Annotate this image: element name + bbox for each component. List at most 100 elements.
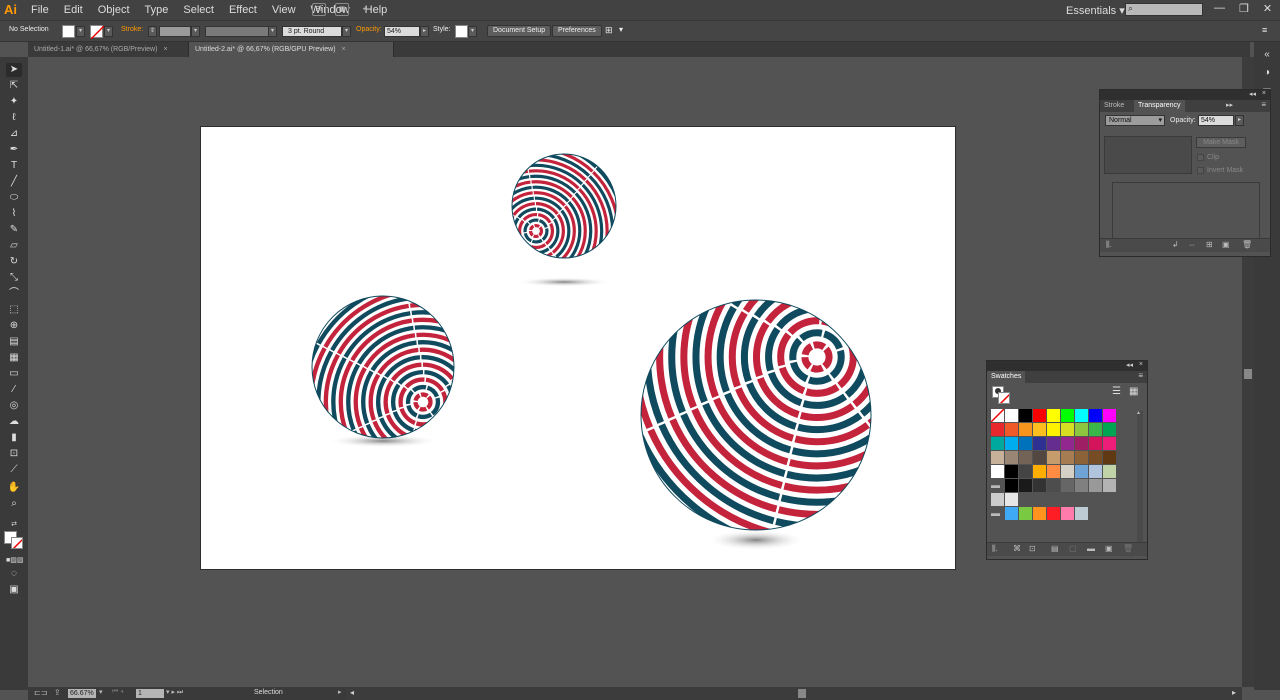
color-swatch[interactable] — [1047, 423, 1060, 436]
first-artboard-icon[interactable]: ⏮ ◂ — [112, 688, 123, 696]
folder-icon[interactable]: ▬ — [991, 507, 1004, 520]
panel-menu-icon[interactable]: ≡ — [1261, 100, 1266, 109]
color-swatch[interactable] — [1047, 479, 1060, 492]
screen-mode-icon[interactable]: ▣ — [6, 583, 22, 597]
color-swatch[interactable] — [1075, 451, 1088, 464]
color-swatch[interactable] — [1047, 409, 1060, 422]
artboard-number-field[interactable]: 1 — [136, 689, 164, 698]
color-swatch[interactable] — [1005, 423, 1018, 436]
style-dropdown[interactable]: ▾ — [468, 26, 477, 37]
hand-icon[interactable]: ✋ — [6, 481, 22, 495]
stroke-color-box[interactable] — [11, 537, 23, 549]
rotate-icon[interactable]: ↻ — [6, 255, 22, 269]
color-swatch[interactable] — [1019, 409, 1032, 422]
zoom-dropdown[interactable]: ▾ — [99, 688, 103, 696]
mesh-icon[interactable]: ▦ — [6, 351, 22, 365]
draw-mode-icon[interactable]: ◌ — [6, 567, 22, 581]
color-swatch[interactable] — [1019, 437, 1032, 450]
color-swatch[interactable] — [1061, 507, 1074, 520]
load-icon[interactable]: ↲ — [1172, 240, 1179, 249]
slice-icon[interactable]: ⟋ — [6, 463, 22, 477]
add-anchor-icon[interactable]: ⊿ — [6, 127, 22, 141]
collapse-icon[interactable]: ◂◂ — [1126, 361, 1133, 369]
make-mask-button[interactable]: Make Mask — [1196, 137, 1246, 148]
color-swatch[interactable] — [1061, 465, 1074, 478]
color-swatch[interactable] — [1061, 437, 1074, 450]
color-swatch[interactable] — [991, 451, 1004, 464]
color-swatch[interactable] — [1033, 451, 1046, 464]
color-swatch[interactable] — [1005, 493, 1018, 506]
menu-effect[interactable]: Effect — [229, 4, 257, 16]
delete-swatch-icon[interactable]: 🗑 — [1123, 544, 1133, 553]
free-transform-icon[interactable]: ⬚ — [6, 303, 22, 317]
menu-object[interactable]: Object — [98, 4, 130, 16]
color-swatch[interactable] — [1103, 409, 1116, 422]
panel-header[interactable]: ◂◂ × — [1100, 90, 1270, 100]
color-swatch[interactable] — [1047, 451, 1060, 464]
new-group-icon[interactable]: ▬ — [1087, 544, 1095, 553]
new-icon[interactable]: ▣ — [1222, 240, 1230, 249]
warp-icon[interactable]: ⌒ — [6, 287, 22, 301]
pen-tool-icon[interactable]: ✒ — [6, 143, 22, 157]
pencil-icon[interactable]: ✎ — [6, 223, 22, 237]
ellipse-tool-icon[interactable]: ⬭ — [6, 191, 22, 205]
close-icon[interactable]: × — [1139, 361, 1143, 368]
eraser-icon[interactable]: ▱ — [6, 239, 22, 253]
stroke-dropdown[interactable]: ▾ — [104, 26, 113, 37]
document-setup-button[interactable]: Document Setup — [487, 25, 552, 37]
status-menu-icon[interactable]: ▸ — [338, 688, 342, 696]
collapse-dock-icon[interactable]: « — [1259, 48, 1275, 62]
scroll-right-icon[interactable]: ▸ — [1232, 688, 1236, 697]
magic-wand-icon[interactable]: ✦ — [6, 95, 22, 109]
color-swatch[interactable] — [1019, 465, 1032, 478]
color-swatch[interactable] — [1103, 465, 1116, 478]
color-swatch[interactable] — [1089, 451, 1102, 464]
variable-width-profile[interactable] — [205, 26, 269, 37]
link-icon[interactable]: ⇔ — [1188, 240, 1196, 249]
color-swatch[interactable] — [991, 423, 1004, 436]
color-swatch[interactable] — [1047, 437, 1060, 450]
color-swatch[interactable] — [1075, 465, 1088, 478]
folder-icon[interactable]: ▬ — [991, 479, 1004, 492]
blend-icon[interactable]: ◎ — [6, 399, 22, 413]
tab-untitled-2[interactable]: Untitled-2.ai* @ 66,67% (RGB/GPU Preview… — [189, 42, 394, 57]
color-swatch[interactable] — [1005, 479, 1018, 492]
menu-view[interactable]: View — [272, 4, 296, 16]
brush-dropdown[interactable]: ▾ — [342, 26, 351, 37]
close-icon[interactable]: × — [163, 46, 167, 53]
color-swatch[interactable] — [1033, 423, 1046, 436]
trash-icon[interactable]: 🗑 — [1242, 240, 1252, 249]
close-icon[interactable]: × — [342, 46, 346, 53]
bridge-button[interactable]: Br — [312, 3, 326, 16]
perspective-grid-icon[interactable]: ▤ — [6, 335, 22, 349]
profile-dropdown[interactable]: ▾ — [268, 26, 277, 37]
color-swatch[interactable] — [1089, 409, 1102, 422]
color-swatch[interactable] — [1019, 451, 1032, 464]
list-view-icon[interactable]: ☰ — [1112, 386, 1121, 397]
symbol-sprayer-icon[interactable]: ☁ — [6, 415, 22, 429]
color-swatch[interactable] — [1005, 465, 1018, 478]
color-swatch[interactable] — [1005, 409, 1018, 422]
eyedropper-icon[interactable]: ⁄ — [6, 383, 22, 397]
panel-menu-icon[interactable]: ≡ — [1138, 371, 1143, 380]
type-tool-icon[interactable]: T — [6, 159, 22, 173]
preferences-button[interactable]: Preferences — [552, 25, 602, 37]
color-swatch[interactable] — [1061, 479, 1074, 492]
scroll-left-icon[interactable]: ◂ — [350, 688, 354, 697]
color-swatch[interactable] — [1033, 507, 1046, 520]
tab-stroke[interactable]: Stroke — [1100, 100, 1128, 112]
direct-selection-tool-icon[interactable]: ⇱ — [6, 79, 22, 93]
workspace-switcher[interactable]: Essentials ▾ — [1066, 4, 1125, 17]
color-group-icon[interactable]: ▤ — [1051, 544, 1059, 553]
menu-select[interactable]: Select — [183, 4, 214, 16]
fill-swatch[interactable] — [62, 25, 75, 38]
color-swatch[interactable] — [1019, 479, 1032, 492]
clip-checkbox[interactable] — [1197, 154, 1204, 161]
active-stroke-swatch[interactable] — [998, 392, 1010, 404]
color-swatch[interactable] — [1089, 479, 1102, 492]
artboard-dropdown[interactable]: ▾ ▸ ⏭ — [166, 688, 183, 697]
grid-icon[interactable]: ⊞ — [1206, 240, 1213, 249]
color-swatch[interactable] — [991, 437, 1004, 450]
control-menu-chevron-icon[interactable]: ▾ — [619, 25, 623, 34]
stroke-weight-field[interactable] — [159, 26, 191, 37]
